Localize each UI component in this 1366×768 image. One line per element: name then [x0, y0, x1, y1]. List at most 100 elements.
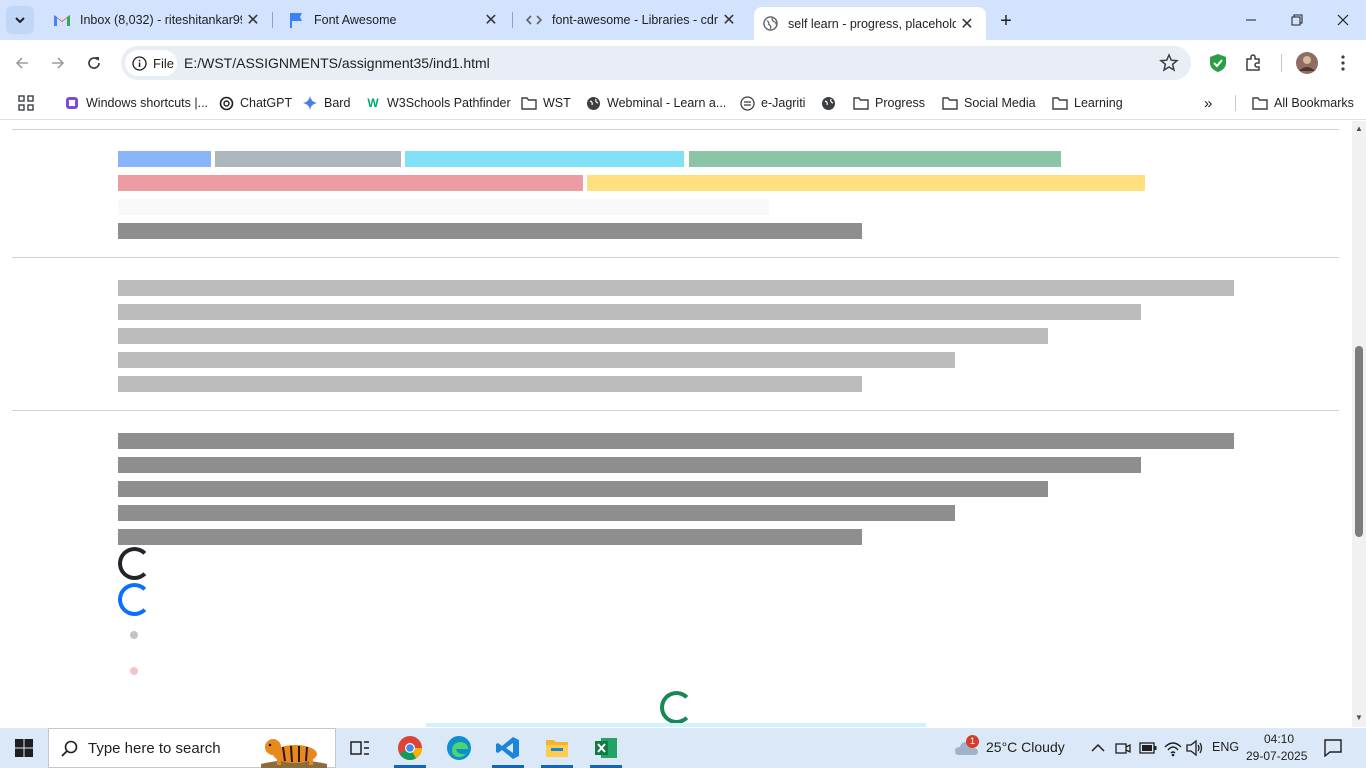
folder-icon	[853, 95, 869, 111]
bookmark-folder-progress[interactable]: Progress	[853, 92, 925, 114]
bookmark-label: ChatGPT	[240, 96, 293, 110]
bookmarks-bar: Windows shortcuts |... ChatGPT Bard W W3…	[0, 86, 1366, 120]
placeholder-info	[405, 151, 684, 167]
meet-now-icon[interactable]	[1115, 740, 1131, 756]
bookmark-label: Webminal - Learn a...	[607, 96, 727, 110]
bookmark-label: WST	[543, 96, 571, 110]
page-scrollbar[interactable]: ▲ ▼	[1352, 121, 1366, 727]
bard-icon	[302, 95, 318, 111]
taskbar-vscode[interactable]	[484, 728, 532, 768]
file-explorer-icon	[546, 740, 568, 757]
tab-separator	[272, 12, 273, 28]
bookmark-label: Learning	[1074, 96, 1123, 110]
tab-font-awesome[interactable]: Font Awesome ✕	[274, 0, 510, 40]
reload-button[interactable]	[80, 49, 108, 77]
bookmark-folder-social-media[interactable]: Social Media	[942, 92, 1036, 114]
close-window-button[interactable]	[1320, 0, 1366, 40]
shield-extension-icon[interactable]	[1206, 51, 1230, 75]
bookmark-globe[interactable]	[820, 92, 842, 114]
clock-time[interactable]: 04:10	[1264, 732, 1294, 746]
chevron-down-icon	[15, 17, 25, 24]
bookmark-star-icon[interactable]	[1159, 53, 1179, 73]
all-bookmarks-button[interactable]: All Bookmarks	[1252, 92, 1354, 114]
search-icon	[61, 740, 78, 757]
toolbar-divider	[1281, 54, 1282, 72]
site-info-chip[interactable]: File	[125, 50, 177, 76]
bookmark-windows-shortcuts[interactable]: Windows shortcuts |...	[64, 92, 208, 114]
address-bar[interactable]: File E:/WST/ASSIGNMENTS/assignment35/ind…	[121, 46, 1191, 80]
bookmarks-overflow-button[interactable]: »	[1204, 92, 1212, 114]
back-button[interactable]	[8, 49, 36, 77]
profile-avatar[interactable]	[1295, 51, 1319, 75]
tab-title: self learn - progress, placeholders	[788, 16, 956, 31]
spinner-grow-secondary	[130, 631, 138, 639]
bookmarks-divider	[1235, 95, 1236, 111]
spinner-border-success	[660, 691, 693, 724]
scroll-down-arrow-icon[interactable]: ▼	[1354, 713, 1364, 723]
apps-button[interactable]	[18, 92, 34, 114]
info-icon	[132, 55, 147, 71]
search-placeholder: Type here to search	[88, 739, 221, 757]
tab-search-button[interactable]	[6, 6, 34, 34]
tab-gmail[interactable]: Inbox (8,032) - riteshitankar99@ ✕	[40, 0, 272, 40]
tab-self-learn[interactable]: self learn - progress, placeholders ✕	[754, 7, 986, 40]
close-icon[interactable]: ✕	[718, 9, 740, 31]
url-text[interactable]: E:/WST/ASSIGNMENTS/assignment35/ind1.htm…	[184, 55, 490, 71]
close-icon[interactable]: ✕	[956, 13, 978, 35]
bookmark-folder-wst[interactable]: WST	[521, 92, 571, 114]
taskbar-chrome[interactable]	[386, 728, 434, 768]
scrollbar-thumb[interactable]	[1355, 346, 1363, 537]
weather-text[interactable]: 25°C Cloudy	[986, 739, 1065, 755]
wifi-icon[interactable]	[1164, 739, 1182, 757]
bookmark-w3schools[interactable]: W W3Schools Pathfinder	[365, 92, 511, 114]
forward-button[interactable]	[44, 49, 72, 77]
globe-icon	[585, 95, 601, 111]
bookmark-chatgpt[interactable]: ChatGPT	[218, 92, 292, 114]
start-button[interactable]	[0, 728, 48, 768]
scroll-up-arrow-icon[interactable]: ▲	[1354, 124, 1364, 134]
restore-icon	[1291, 14, 1303, 26]
kebab-menu-icon[interactable]	[1331, 51, 1355, 75]
bookmark-label: W3Schools Pathfinder	[387, 96, 511, 110]
bookmark-folder-learning[interactable]: Learning	[1052, 92, 1123, 114]
bookmark-ejagriti[interactable]: e-Jagriti	[739, 92, 805, 114]
taskbar-excel[interactable]	[582, 728, 630, 768]
placeholder-wave-line	[118, 481, 1048, 497]
bookmark-bard[interactable]: Bard	[302, 92, 350, 114]
code-icon	[526, 12, 542, 28]
placeholder-wave-line	[118, 505, 955, 521]
task-view-button[interactable]	[336, 728, 384, 768]
clock-date[interactable]: 29-07-2025	[1246, 749, 1307, 763]
placeholder-warning	[587, 175, 1145, 191]
extensions-puzzle-icon[interactable]	[1242, 51, 1266, 75]
divider	[12, 410, 1339, 411]
browser-toolbar: File E:/WST/ASSIGNMENTS/assignment35/ind…	[0, 40, 1366, 86]
arrow-right-icon	[52, 57, 65, 69]
bookmark-label: Progress	[875, 96, 926, 110]
battery-icon[interactable]	[1139, 741, 1157, 755]
chevron-up-icon[interactable]	[1091, 742, 1105, 754]
divider	[12, 129, 1339, 130]
taskbar-edge[interactable]	[435, 728, 483, 768]
folder-icon	[942, 95, 958, 111]
gmail-icon	[54, 12, 70, 28]
close-icon[interactable]: ✕	[480, 9, 502, 31]
taskbar-search-box[interactable]: Type here to search	[48, 728, 336, 768]
tiger-search-highlight-icon	[261, 739, 327, 768]
placeholder-glow-line	[118, 280, 1234, 296]
notification-center-icon[interactable]	[1324, 739, 1342, 757]
close-icon[interactable]: ✕	[242, 9, 264, 31]
bookmark-webminal[interactable]: Webminal - Learn a...	[585, 92, 726, 114]
restore-button[interactable]	[1274, 0, 1320, 40]
minimize-button[interactable]	[1228, 0, 1274, 40]
speaker-icon[interactable]	[1186, 739, 1204, 757]
language-indicator[interactable]: ENG	[1212, 740, 1239, 754]
bookmark-label: Windows shortcuts |...	[86, 96, 209, 110]
close-icon	[1337, 14, 1349, 26]
ejagriti-icon	[739, 95, 755, 111]
new-tab-button[interactable]: +	[992, 7, 1020, 35]
tab-cdnjs[interactable]: font-awesome - Libraries - cdnjs ✕	[512, 0, 748, 40]
placeholder-secondary	[215, 151, 401, 167]
taskbar-file-explorer[interactable]	[533, 728, 581, 768]
spinner-border-primary	[118, 583, 151, 616]
